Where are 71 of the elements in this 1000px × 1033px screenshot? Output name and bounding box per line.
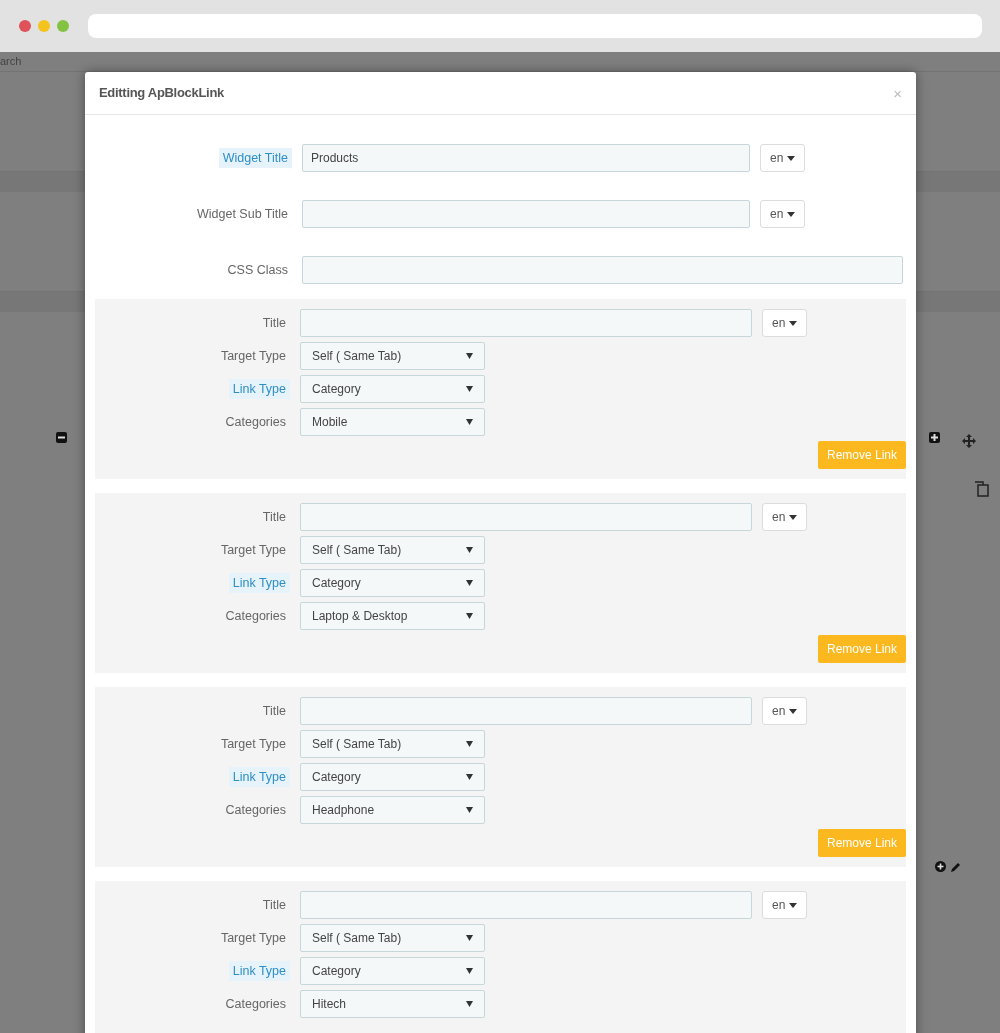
modal-title: Editting ApBlockLink xyxy=(99,84,224,103)
field-label: Target Type xyxy=(219,735,287,753)
caret-icon xyxy=(789,320,798,326)
select-field[interactable]: Self ( Same Tab) xyxy=(300,342,485,370)
dropdown-arrow-icon xyxy=(466,741,473,747)
field-label: Widget Sub Title xyxy=(196,205,289,223)
language-dropdown[interactable]: en xyxy=(760,200,806,228)
move-icon[interactable] xyxy=(962,434,976,448)
field-label: Target Type xyxy=(219,541,287,559)
language-dropdown[interactable]: en xyxy=(760,144,806,172)
field-label: Title xyxy=(261,314,287,332)
field-label: Title xyxy=(261,508,287,526)
field-label: Link Type xyxy=(228,960,290,982)
field-label: Link Type xyxy=(228,766,290,788)
field-label: Categories xyxy=(224,607,287,625)
select-field[interactable]: Self ( Same Tab) xyxy=(300,536,485,564)
collapse-icon[interactable] xyxy=(56,432,67,443)
field-label: Categories xyxy=(224,413,287,431)
select-field[interactable]: Category xyxy=(300,569,485,597)
add-circle-icon[interactable] xyxy=(935,861,946,872)
dropdown-arrow-icon xyxy=(466,419,473,425)
field-label: Link Type xyxy=(228,572,290,594)
language-dropdown[interactable]: en xyxy=(762,697,808,725)
expand-icon[interactable] xyxy=(929,432,940,443)
caret-icon xyxy=(789,902,798,908)
field-label: Widget Title xyxy=(218,147,292,169)
select-field[interactable]: Hitech xyxy=(300,990,485,1018)
dropdown-arrow-icon xyxy=(466,547,473,553)
address-bar[interactable] xyxy=(88,14,982,38)
dropdown-arrow-icon xyxy=(466,935,473,941)
dropdown-arrow-icon xyxy=(466,774,473,780)
text-input[interactable] xyxy=(300,503,752,531)
pencil-icon[interactable] xyxy=(950,861,962,873)
search-label: arch xyxy=(0,54,22,70)
text-input[interactable] xyxy=(302,200,750,228)
dropdown-arrow-icon xyxy=(466,613,473,619)
caret-icon xyxy=(789,514,798,520)
dropdown-arrow-icon xyxy=(466,353,473,359)
field-label: Target Type xyxy=(219,929,287,947)
select-field[interactable]: Self ( Same Tab) xyxy=(300,924,485,952)
field-label: Categories xyxy=(224,801,287,819)
text-input[interactable] xyxy=(300,309,752,337)
select-field[interactable]: Self ( Same Tab) xyxy=(300,730,485,758)
dropdown-arrow-icon xyxy=(466,807,473,813)
dropdown-arrow-icon xyxy=(466,580,473,586)
select-field[interactable]: Category xyxy=(300,957,485,985)
language-dropdown[interactable]: en xyxy=(762,309,808,337)
dropdown-arrow-icon xyxy=(466,968,473,974)
field-label: Link Type xyxy=(228,378,290,400)
select-field[interactable]: Category xyxy=(300,763,485,791)
field-label: Title xyxy=(261,896,287,914)
caret-icon xyxy=(789,708,798,714)
text-input[interactable] xyxy=(300,697,752,725)
select-field[interactable]: Mobile xyxy=(300,408,485,436)
caret-icon xyxy=(787,211,796,217)
field-label: Categories xyxy=(224,995,287,1013)
field-label: CSS Class xyxy=(226,261,289,279)
caret-icon xyxy=(787,155,796,161)
field-label: Target Type xyxy=(219,347,287,365)
text-input[interactable]: Products xyxy=(302,144,750,172)
copy-icon[interactable] xyxy=(973,480,991,498)
text-input[interactable] xyxy=(300,891,752,919)
dropdown-arrow-icon xyxy=(466,1001,473,1007)
select-field[interactable]: Category xyxy=(300,375,485,403)
field-label: Title xyxy=(261,702,287,720)
select-field[interactable]: Headphone xyxy=(300,796,485,824)
text-input[interactable] xyxy=(302,256,903,284)
language-dropdown[interactable]: en xyxy=(762,891,808,919)
select-field[interactable]: Laptop & Desktop xyxy=(300,602,485,630)
language-dropdown[interactable]: en xyxy=(762,503,808,531)
dropdown-arrow-icon xyxy=(466,386,473,392)
